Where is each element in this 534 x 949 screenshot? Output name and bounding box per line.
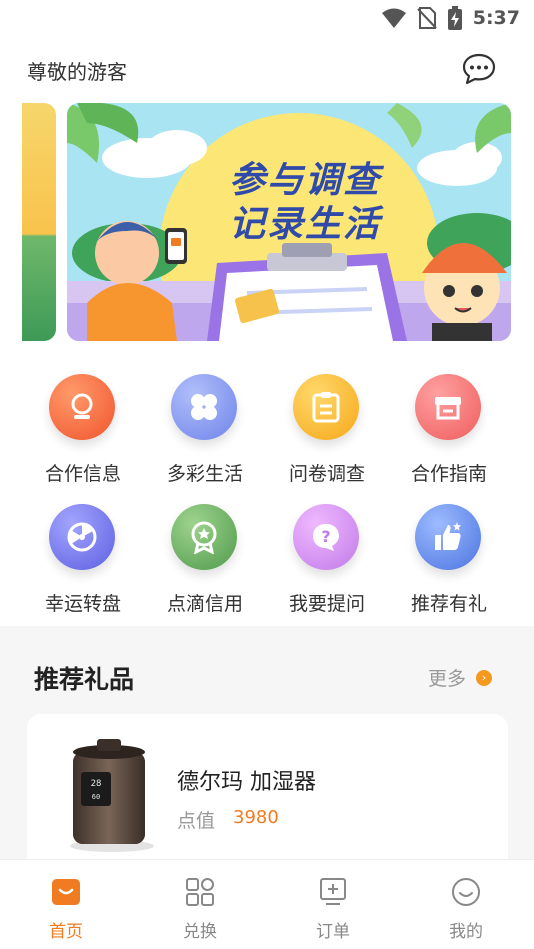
status-bar: 5:37	[0, 0, 534, 38]
banner-slide[interactable]: 参与调查 记录生活	[67, 103, 511, 341]
more-button[interactable]: 更多 ›	[428, 664, 493, 691]
banner-prev-slide[interactable]	[22, 103, 56, 341]
recommend-icon	[415, 504, 481, 570]
no-sim-icon	[417, 7, 437, 29]
tab-label: 订单	[316, 922, 350, 942]
battery-charging-icon	[447, 6, 462, 30]
section-title: 推荐礼品	[34, 665, 135, 694]
profile-icon	[452, 878, 480, 906]
gift-points-label: 点值	[177, 810, 216, 832]
grid-item-guide[interactable]: 合作指南	[388, 368, 510, 488]
grid-label: 点滴信用	[166, 593, 243, 615]
order-icon	[320, 878, 346, 905]
cooperation-info-icon	[49, 374, 115, 440]
lucky-wheel-icon	[49, 504, 115, 570]
exchange-icon	[186, 878, 214, 906]
tab-label: 我的	[449, 922, 483, 942]
grid-item-recommend[interactable]: 推荐有礼	[388, 498, 510, 618]
chevron-right-icon: ›	[476, 669, 493, 686]
status-icons: 5:37	[381, 6, 520, 30]
grid-label: 问卷调查	[288, 463, 365, 485]
tab-order[interactable]: 订单	[293, 876, 373, 942]
gift-name: 德尔玛 加湿器	[177, 770, 316, 795]
tab-profile[interactable]: 我的	[426, 876, 506, 942]
grid-label: 合作信息	[44, 463, 121, 485]
grid-label: 我要提问	[288, 593, 365, 615]
gift-points-value: 3980	[233, 807, 279, 828]
svg-text:60: 60	[92, 793, 100, 801]
question-icon: ?	[293, 504, 359, 570]
home-icon	[52, 879, 80, 905]
guide-icon	[415, 374, 481, 440]
status-time: 5:37	[472, 7, 520, 29]
grid-item-survey[interactable]: 问卷调查	[266, 368, 388, 488]
message-button[interactable]	[461, 52, 497, 86]
grid-item-credit[interactable]: 点滴信用	[144, 498, 266, 618]
grid-item-colorful-life[interactable]: 多彩生活	[144, 368, 266, 488]
tab-label: 首页	[49, 922, 83, 942]
grid-label: 合作指南	[410, 463, 487, 485]
bottom-tab-bar: 首页 兑换 订单 我的	[0, 859, 534, 949]
svg-text:?: ?	[321, 527, 330, 546]
wifi-icon	[381, 8, 406, 28]
grid-item-question[interactable]: ? 我要提问	[266, 498, 388, 618]
chat-bubble-icon	[462, 53, 496, 85]
grid-label: 推荐有礼	[410, 593, 487, 615]
grid-item-lucky-wheel[interactable]: 幸运转盘	[22, 498, 144, 618]
banner-title-line2: 记录生活	[228, 204, 381, 245]
grid-label: 多彩生活	[166, 463, 243, 485]
more-label: 更多	[428, 668, 467, 690]
survey-icon	[293, 374, 359, 440]
tab-home[interactable]: 首页	[26, 876, 106, 942]
gift-card[interactable]: 28 60 德尔玛 加湿器 点值 3980	[27, 714, 508, 874]
tab-exchange[interactable]: 兑换	[160, 876, 240, 942]
svg-text:28: 28	[91, 779, 102, 789]
greeting-text: 尊敬的游客	[27, 60, 127, 84]
credit-icon	[171, 504, 237, 570]
tab-label: 兑换	[183, 922, 217, 942]
grid-label: 幸运转盘	[44, 593, 121, 615]
colorful-life-icon	[171, 374, 237, 440]
humidifier-image: 28 60	[70, 739, 154, 852]
grid-item-cooperation-info[interactable]: 合作信息	[22, 368, 144, 488]
